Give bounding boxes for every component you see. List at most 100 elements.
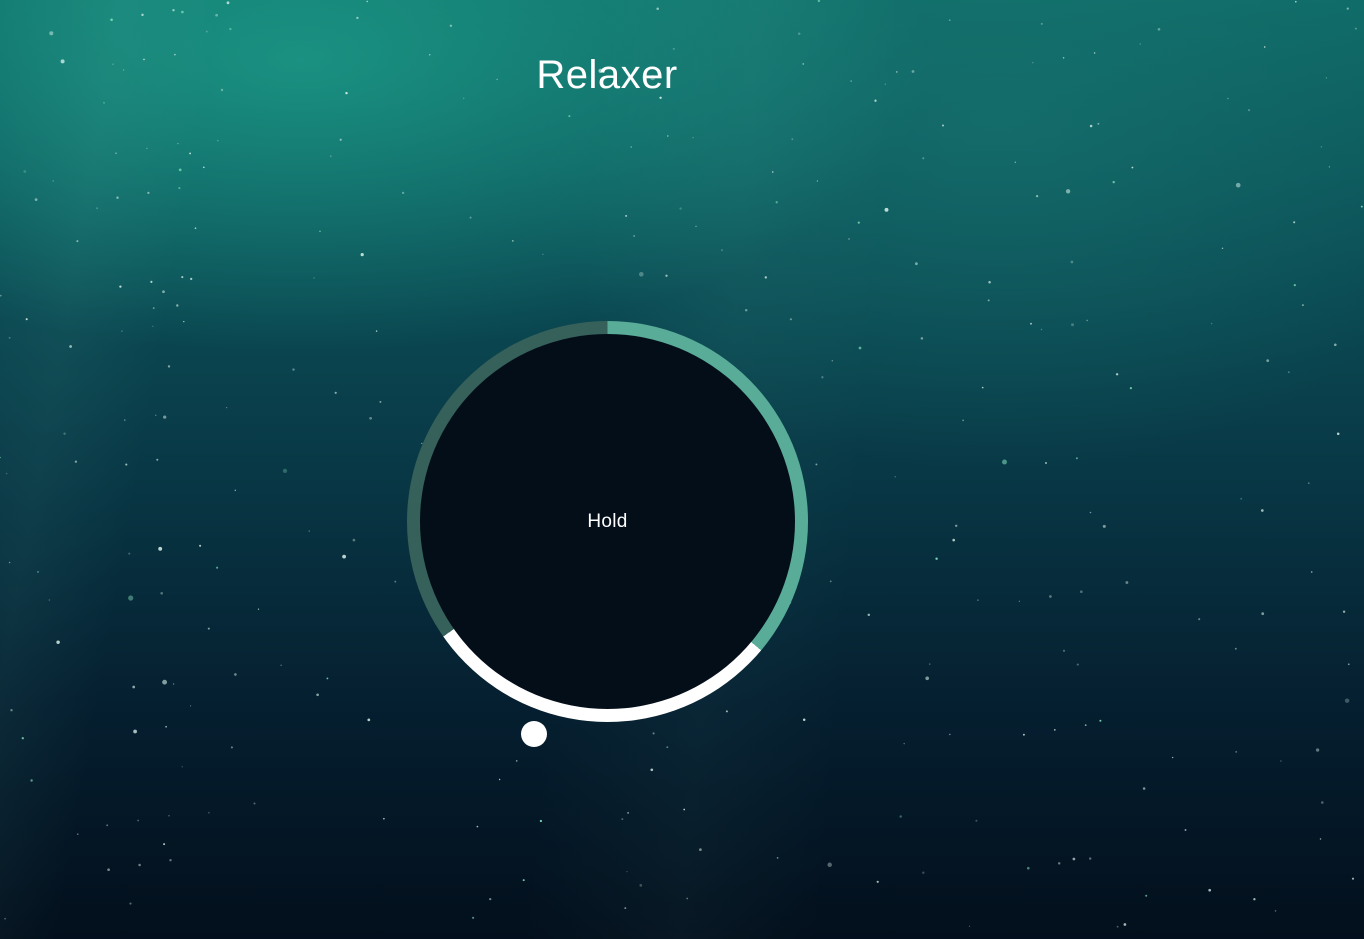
- particle: [1112, 180, 1115, 184]
- particle: [539, 819, 543, 823]
- particle: [334, 391, 337, 394]
- particle: [316, 693, 319, 697]
- particle: [215, 13, 218, 17]
- particle: [1315, 748, 1320, 752]
- particle: [34, 198, 38, 201]
- particle: [1040, 328, 1043, 331]
- particle: [172, 9, 175, 12]
- particle: [1129, 387, 1132, 390]
- particle: [189, 705, 192, 707]
- particle: [162, 679, 168, 685]
- particle: [884, 207, 889, 212]
- particle: [178, 187, 181, 190]
- particle: [137, 819, 139, 822]
- particle: [257, 608, 260, 610]
- particle: [124, 419, 126, 421]
- particle: [1022, 733, 1025, 736]
- particle: [489, 897, 492, 901]
- particle: [356, 16, 359, 20]
- particle: [1351, 877, 1355, 880]
- particle: [1115, 373, 1119, 376]
- particle: [96, 207, 99, 210]
- particle: [894, 475, 897, 478]
- particle: [141, 13, 144, 17]
- particle: [935, 557, 938, 560]
- particle: [903, 742, 905, 745]
- particle: [915, 262, 918, 266]
- particle: [1035, 194, 1039, 198]
- particle: [119, 285, 122, 288]
- particle: [876, 880, 879, 883]
- particle: [106, 824, 109, 827]
- particle: [160, 591, 164, 595]
- particle: [848, 238, 850, 240]
- particle: [1336, 432, 1340, 436]
- particle: [367, 718, 371, 722]
- particle: [656, 7, 659, 11]
- particle: [831, 360, 834, 362]
- particle: [816, 180, 819, 182]
- particle: [8, 561, 11, 564]
- particle: [369, 416, 372, 420]
- particle: [152, 325, 154, 327]
- particle: [155, 414, 157, 416]
- particle: [342, 554, 347, 559]
- particle: [1040, 22, 1043, 25]
- particle: [352, 538, 356, 542]
- particle: [128, 552, 131, 555]
- particle: [1347, 663, 1350, 666]
- particle: [207, 811, 210, 814]
- particle: [176, 304, 179, 307]
- particle: [621, 818, 624, 821]
- particle: [925, 676, 930, 681]
- particle: [21, 737, 24, 740]
- particle: [125, 463, 128, 466]
- particle: [181, 276, 184, 279]
- particle: [1070, 260, 1074, 264]
- particle: [162, 290, 165, 294]
- particle: [230, 746, 233, 749]
- particle: [280, 664, 282, 666]
- particle: [147, 191, 150, 195]
- particle: [1076, 663, 1079, 666]
- particle: [515, 760, 518, 762]
- particle: [1065, 189, 1071, 194]
- particle: [1266, 359, 1270, 362]
- particle: [1328, 166, 1331, 168]
- particle: [639, 884, 643, 887]
- particle: [181, 10, 184, 14]
- particle: [253, 802, 256, 805]
- particle: [234, 673, 237, 676]
- particle: [110, 18, 113, 21]
- particle: [1344, 698, 1350, 703]
- particle: [1321, 801, 1324, 804]
- particle: [116, 196, 119, 199]
- particle: [1260, 509, 1264, 512]
- particle: [775, 201, 778, 204]
- particle: [226, 1, 230, 5]
- particle: [1307, 482, 1310, 485]
- particle: [178, 168, 182, 172]
- particle: [169, 858, 172, 862]
- particle: [1089, 857, 1092, 860]
- particle: [686, 897, 689, 900]
- particle: [1089, 511, 1092, 514]
- particle: [968, 925, 971, 927]
- particle: [568, 115, 571, 118]
- particle: [308, 530, 310, 532]
- particle: [624, 907, 627, 910]
- breath-pointer-dot: [521, 721, 547, 747]
- particle: [121, 330, 123, 332]
- particle: [1014, 161, 1016, 163]
- particle: [1333, 343, 1337, 347]
- particle: [920, 337, 924, 340]
- particle: [76, 240, 79, 243]
- particle: [229, 27, 232, 31]
- particle: [988, 280, 991, 284]
- app-title: Relaxer: [536, 52, 678, 97]
- particle: [1131, 166, 1134, 169]
- particle: [692, 136, 694, 139]
- particle: [791, 138, 794, 140]
- particle: [330, 155, 332, 157]
- particle: [1018, 600, 1021, 602]
